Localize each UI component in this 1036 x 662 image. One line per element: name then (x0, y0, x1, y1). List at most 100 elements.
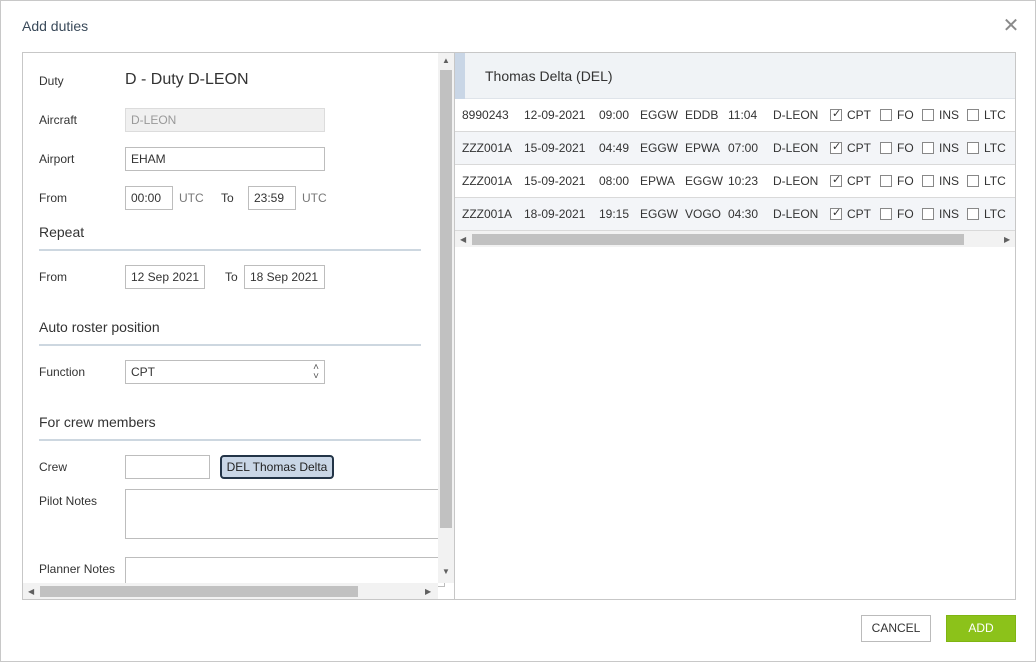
ltc-label: LTC (984, 174, 1006, 188)
clipped-column-edge (1015, 208, 1016, 220)
fo-checkbox[interactable] (880, 208, 892, 220)
duty-destination: VOGO (685, 207, 722, 221)
ltc-checkbox[interactable] (967, 142, 979, 154)
duties-horizontal-scrollbar[interactable]: ◀ ▶ (455, 231, 1015, 247)
scroll-right-icon[interactable]: ▶ (425, 587, 431, 596)
planner-notes-label: Planner Notes (39, 562, 116, 576)
fo-checkbox[interactable] (880, 109, 892, 121)
duty-origin: EGGW (640, 141, 678, 155)
duty-arrival-time: 04:30 (728, 207, 759, 221)
airport-field[interactable]: EHAM (125, 147, 325, 171)
from-time-field[interactable]: 00:00 (125, 186, 173, 210)
duty-arrival-time: 10:23 (728, 174, 759, 188)
duty-departure-time: 09:00 (599, 108, 630, 122)
repeat-heading: Repeat (39, 224, 85, 240)
cpt-label: CPT (847, 174, 871, 188)
ins-label: INS (939, 108, 960, 122)
duty-aircraft: D-LEON (773, 207, 819, 221)
ins-checkbox[interactable] (922, 208, 934, 220)
duties-horizontal-scroll-thumb[interactable] (472, 234, 964, 245)
clipped-column-edge (1015, 109, 1016, 121)
repeat-from-label: From (39, 270, 67, 284)
duty-flight-number: 8990243 (462, 108, 509, 122)
ins-checkbox[interactable] (922, 175, 934, 187)
duty-origin: EGGW (640, 108, 678, 122)
ltc-checkbox[interactable] (967, 175, 979, 187)
crew-header: Thomas Delta (DEL) (455, 53, 1015, 99)
fo-checkbox[interactable] (880, 175, 892, 187)
form-vertical-scrollbar[interactable]: ▲ ▼ (438, 53, 454, 583)
aircraft-label: Aircraft (39, 113, 78, 127)
duty-arrival-time: 11:04 (728, 108, 758, 122)
cpt-checkbox[interactable] (830, 107, 842, 121)
duty-row[interactable]: ZZZ001A 15-09-2021 04:49 EGGW EPWA 07:00 D-LEO… (455, 132, 1016, 165)
ltc-checkbox[interactable] (967, 109, 979, 121)
dialog-title: Add duties (22, 18, 89, 34)
ins-checkbox[interactable] (922, 142, 934, 154)
pilot-notes-textarea[interactable] (125, 489, 445, 539)
duty-departure-time: 04:49 (599, 141, 630, 155)
cpt-checkbox[interactable] (830, 206, 842, 220)
crew-members-heading: For crew members (39, 414, 156, 430)
auto-roster-divider (39, 344, 421, 346)
scroll-left-icon[interactable]: ◀ (28, 587, 34, 596)
auto-roster-heading: Auto roster position (39, 319, 160, 335)
cpt-checkbox[interactable] (830, 140, 842, 154)
ins-checkbox[interactable] (922, 109, 934, 121)
crew-search-input[interactable] (125, 455, 210, 479)
clipped-column-edge (1015, 175, 1016, 187)
cpt-label: CPT (847, 108, 871, 122)
duty-flight-number: ZZZ001A (462, 141, 513, 155)
cpt-checkbox[interactable] (830, 173, 842, 187)
duty-label: Duty (39, 74, 64, 88)
duty-origin: EGGW (640, 207, 678, 221)
scroll-down-icon[interactable]: ▼ (442, 567, 450, 576)
function-label: Function (39, 365, 86, 379)
from-time-label: From (39, 191, 67, 205)
to-time-field[interactable]: 23:59 (248, 186, 296, 210)
form-horizontal-scrollbar[interactable]: ◀ ▶ (23, 583, 438, 599)
repeat-divider (39, 249, 421, 251)
select-arrows-icon: ˄ ˅ (313, 362, 319, 382)
ins-label: INS (939, 207, 960, 221)
ltc-label: LTC (984, 108, 1006, 122)
to-time-label: To (221, 191, 234, 205)
fo-checkbox[interactable] (880, 142, 892, 154)
ltc-checkbox[interactable] (967, 208, 979, 220)
scroll-right-icon[interactable]: ▶ (1004, 235, 1010, 244)
duty-origin: EPWA (640, 174, 675, 188)
scroll-up-icon[interactable]: ▲ (442, 56, 450, 65)
add-button[interactable]: ADD (946, 615, 1016, 642)
function-select[interactable]: CPT ˄ ˅ (125, 360, 325, 384)
repeat-to-date[interactable]: 18 Sep 2021 (244, 265, 325, 289)
add-duties-dialog: Add duties ✕ Duty D - Duty D-LEON Aircra… (0, 0, 1036, 662)
close-icon[interactable]: ✕ (1001, 15, 1021, 37)
duty-flight-number: ZZZ001A (462, 207, 513, 221)
fo-label: FO (897, 108, 914, 122)
cpt-label: CPT (847, 141, 871, 155)
duty-date: 15-09-2021 (524, 141, 586, 155)
duty-row[interactable]: 8990243 12-09-2021 09:00 EGGW EDDB 11:04 D-LEO… (455, 99, 1016, 132)
ins-label: INS (939, 141, 960, 155)
duty-date: 15-09-2021 (524, 174, 586, 188)
aircraft-field: D-LEON (125, 108, 325, 132)
scroll-left-icon[interactable]: ◀ (460, 235, 466, 244)
duty-arrival-time: 07:00 (728, 141, 759, 155)
cancel-button[interactable]: CANCEL (861, 615, 931, 642)
crew-duties-panel: Thomas Delta (DEL) 8990243 12-09-2021 09:0… (454, 52, 1016, 600)
form-vertical-scroll-thumb[interactable] (440, 70, 452, 528)
duty-flight-number: ZZZ001A (462, 174, 513, 188)
crew-chip[interactable]: DEL Thomas Delta (220, 455, 334, 479)
form-horizontal-scroll-thumb[interactable] (40, 586, 358, 597)
duty-departure-time: 08:00 (599, 174, 630, 188)
to-utc-label: UTC (302, 191, 327, 205)
crew-label: Crew (39, 460, 68, 474)
repeat-from-date[interactable]: 12 Sep 2021 (125, 265, 205, 289)
ltc-label: LTC (984, 207, 1006, 221)
duty-row[interactable]: ZZZ001A 15-09-2021 08:00 EPWA EGGW 10:23 D-LEO… (455, 165, 1016, 198)
clipped-column-edge (1015, 142, 1016, 154)
fo-label: FO (897, 174, 914, 188)
duty-row[interactable]: ZZZ001A 18-09-2021 19:15 EGGW VOGO 04:30 D-LEO… (455, 198, 1016, 231)
fo-label: FO (897, 207, 914, 221)
duty-aircraft: D-LEON (773, 174, 819, 188)
